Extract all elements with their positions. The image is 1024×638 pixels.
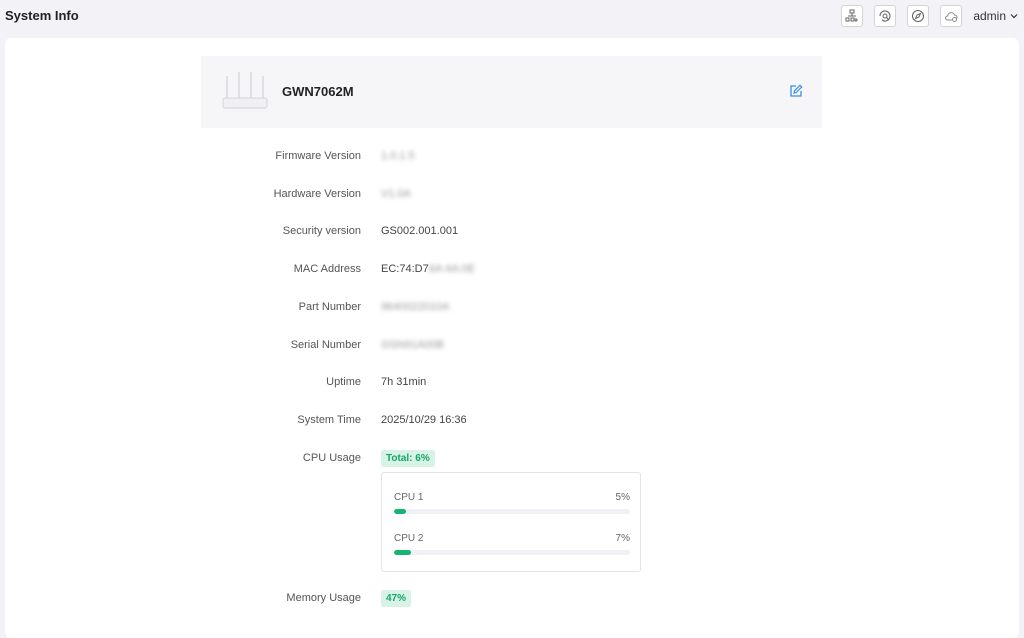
info-label: Hardware Version [273, 188, 361, 200]
info-row-uptime: Uptime 7h 31min [5, 373, 1019, 393]
info-row-security: Security version GS002.001.001 [5, 222, 1019, 242]
info-label: MAC Address [293, 263, 361, 275]
info-row-hardware: Hardware Version V1.0A [5, 185, 1019, 205]
info-row-system-time: System Time 2025/10/29 16:36 [5, 411, 1019, 431]
user-menu[interactable]: admin [973, 9, 1018, 23]
cpu-total-badge: Total: 6% [381, 450, 435, 467]
info-label: Firmware Version [275, 150, 361, 162]
info-value: 1.0.1.5 [381, 150, 415, 162]
edit-icon[interactable] [789, 84, 803, 98]
info-value: GS002.001.001 [381, 225, 459, 237]
cpu-core-name: CPU 1 [394, 492, 424, 503]
cpu-core-bar-fill [394, 509, 406, 514]
toolbar: admin [841, 4, 1024, 28]
info-value: GSN91A00B [381, 339, 444, 351]
cpu-core-bar [394, 550, 630, 555]
user-name: admin [973, 9, 1006, 23]
topology-icon [845, 9, 859, 22]
top-bar: System Info admin [0, 0, 1024, 34]
chevron-down-icon [1010, 14, 1018, 19]
diagnostic-button[interactable] [874, 5, 897, 27]
info-row-part-number: Part Number 9640022010A [5, 298, 1019, 318]
info-label: Uptime [326, 376, 361, 388]
info-row-firmware: Firmware Version 1.0.1.5 [5, 147, 1019, 167]
cpu-core-percent: 7% [615, 533, 630, 544]
info-row-cpu: CPU Usage Total: 6% [5, 449, 1019, 469]
info-label: Serial Number [290, 339, 361, 351]
router-image-icon [222, 72, 268, 109]
cpu-core-2: CPU 2 7% [394, 533, 630, 563]
mac-suffix: 6A:4A:0E [428, 263, 476, 275]
cpu-core-bar-fill [394, 550, 411, 555]
info-value: 9640022010A [381, 301, 450, 313]
topology-button[interactable] [841, 5, 864, 27]
info-label: System Time [297, 414, 361, 426]
info-label: Part Number [298, 301, 361, 313]
cpu-core-bar [394, 509, 630, 514]
system-info-card: GWN7062M Firmware Version 1.0.1.5 Hardwa… [5, 38, 1019, 638]
info-row-mac: MAC Address EC:74:D76A:4A:0E [5, 260, 1019, 280]
info-label: Security version [282, 225, 361, 237]
compass-button[interactable] [907, 5, 930, 27]
info-value: 2025/10/29 16:36 [381, 414, 467, 426]
device-name: GWN7062M [282, 84, 354, 99]
cloud-button[interactable] [940, 5, 963, 27]
device-header: GWN7062M [201, 56, 822, 128]
info-label: Memory Usage [286, 592, 361, 604]
mac-prefix: EC:74:D7 [381, 263, 429, 275]
page-title: System Info [5, 8, 79, 23]
cpu-core-name: CPU 2 [394, 533, 424, 544]
info-row-serial: Serial Number GSN91A00B [5, 336, 1019, 356]
info-value: EC:74:D76A:4A:0E [381, 263, 475, 275]
info-value: V1.0A [381, 188, 411, 200]
cpu-detail-box: CPU 1 5% CPU 2 7% [381, 472, 641, 572]
info-value: 7h 31min [381, 376, 427, 388]
cloud-icon [945, 12, 958, 22]
diagnostic-icon [879, 10, 891, 22]
info-row-memory: Memory Usage 47% [5, 589, 1019, 609]
memory-badge: 47% [381, 590, 412, 607]
cpu-core-percent: 5% [615, 492, 630, 503]
info-label: CPU Usage [302, 452, 361, 464]
compass-icon [912, 9, 925, 23]
cpu-core-1: CPU 1 5% [394, 492, 630, 522]
